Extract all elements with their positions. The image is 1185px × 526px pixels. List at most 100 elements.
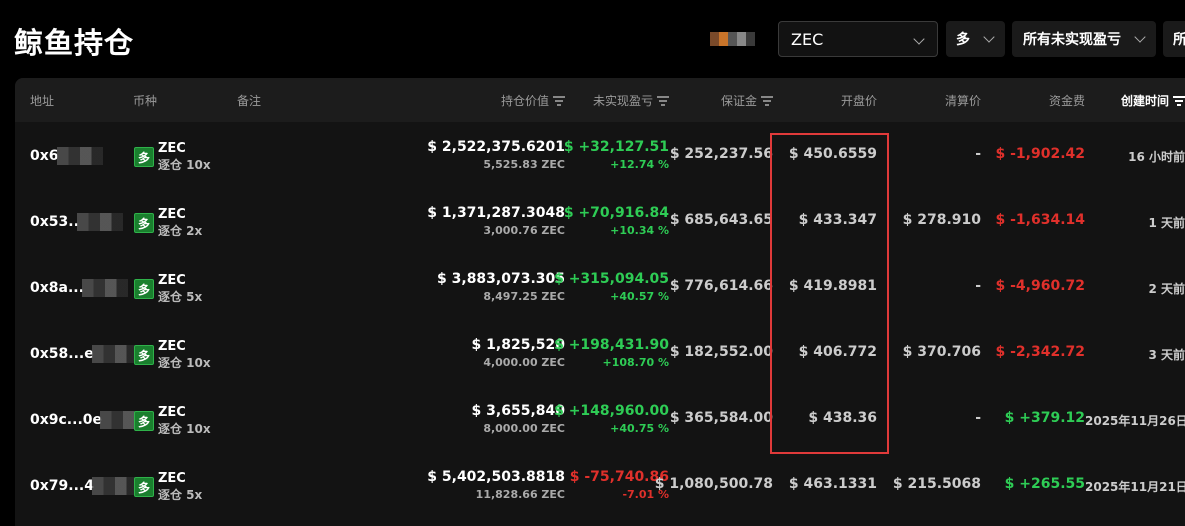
address-mask bbox=[76, 213, 123, 231]
leverage-text: 逐仓 2x bbox=[158, 224, 203, 238]
avatar[interactable] bbox=[710, 32, 756, 46]
entry-price-cell: $ 419.8981 bbox=[788, 278, 877, 294]
coin-name: ZEC bbox=[158, 339, 186, 354]
table-row[interactable]: 0x8a... 多 ZEC 逐仓 5x $ 3,883,073.305 8,49… bbox=[15, 254, 1185, 320]
pnl-percent: +10.34 % bbox=[610, 224, 669, 237]
leverage-text: 逐仓 5x bbox=[158, 290, 203, 304]
table-row[interactable]: 0x79...4 多 ZEC 逐仓 5x $ 5,402,503.8818 11… bbox=[15, 452, 1185, 518]
coin-name: ZEC bbox=[158, 405, 186, 420]
margin-cell: $ 1,080,500.78 bbox=[654, 476, 773, 492]
symbol-select[interactable]: ZEC bbox=[778, 21, 938, 57]
funding-cell: $ -2,342.72 bbox=[995, 344, 1085, 360]
pnl-value: $ +70,916.84 bbox=[563, 205, 669, 221]
entry-price-cell: $ 433.347 bbox=[798, 212, 877, 228]
position-value: $ 1,825,520 bbox=[471, 337, 565, 353]
col-margin[interactable]: 保证金 bbox=[721, 92, 773, 109]
pnl-value: $ +148,960.00 bbox=[554, 403, 669, 419]
created-cell: 2025年11月21日 bbox=[1085, 480, 1185, 494]
table-header: 地址 币种 备注 持仓价值 未实现盈亏 保证金 开盘价 清算价 资金费 创建时间 bbox=[15, 78, 1185, 122]
address-text: 0x58...e bbox=[30, 346, 94, 362]
col-unrealized-pnl-label: 未实现盈亏 bbox=[592, 94, 653, 108]
liq-price-cell: $ 370.706 bbox=[902, 344, 981, 360]
coin-name: ZEC bbox=[158, 207, 186, 222]
coin-cell: 多 ZEC 逐仓 10x bbox=[134, 405, 211, 437]
liq-price-cell: - bbox=[975, 146, 981, 162]
long-badge: 多 bbox=[134, 147, 154, 167]
col-position-value[interactable]: 持仓价值 bbox=[501, 92, 565, 109]
address-cell[interactable]: 0x79...4 bbox=[30, 477, 138, 495]
position-value: $ 5,402,503.8818 bbox=[427, 469, 565, 485]
sort-icon bbox=[761, 96, 773, 106]
table-row[interactable]: 0x9c...0e 多 ZEC 逐仓 10x $ 3,655,840 8,000… bbox=[15, 386, 1185, 452]
coin-name: ZEC bbox=[158, 471, 186, 486]
liq-price-cell: - bbox=[975, 278, 981, 294]
position-value: $ 3,883,073.305 bbox=[437, 271, 565, 287]
col-entry-price: 开盘价 bbox=[840, 94, 877, 108]
long-badge: 多 bbox=[134, 411, 154, 431]
chevron-down-icon bbox=[913, 33, 925, 45]
entry-price-cell: $ 438.36 bbox=[808, 410, 877, 426]
address-cell[interactable]: 0x53.. bbox=[30, 213, 123, 231]
address-cell[interactable]: 0x9c...0e bbox=[30, 411, 147, 429]
entry-price-cell: $ 450.6559 bbox=[788, 146, 877, 162]
leverage-text: 逐仓 5x bbox=[158, 488, 203, 502]
pnl-cell: $ +315,094.05 +40.57 % bbox=[554, 270, 669, 306]
table-row[interactable]: 0x53.. 多 ZEC 逐仓 2x $ 1,371,287.3048 3,00… bbox=[15, 188, 1185, 254]
table-row[interactable]: 0x58...e 多 ZEC 逐仓 10x $ 1,825,520 4,000.… bbox=[15, 320, 1185, 386]
long-badge: 多 bbox=[134, 477, 154, 497]
coin-name: ZEC bbox=[158, 141, 186, 156]
address-cell[interactable]: 0x6 bbox=[30, 147, 103, 165]
position-value: $ 2,522,375.6201 bbox=[427, 139, 565, 155]
address-text: 0x6 bbox=[30, 148, 59, 164]
col-coin: 币种 bbox=[133, 94, 158, 108]
col-funding: 资金费 bbox=[1048, 94, 1085, 108]
position-value-cell: $ 1,825,520 4,000.00 ZEC bbox=[472, 336, 565, 372]
sort-icon bbox=[1173, 96, 1185, 106]
position-qty: 8,000.00 ZEC bbox=[483, 422, 565, 435]
position-qty: 11,828.66 ZEC bbox=[475, 488, 565, 501]
col-created[interactable]: 创建时间 bbox=[1121, 92, 1185, 109]
more-filter-value: 所 bbox=[1173, 32, 1185, 48]
liq-price-cell: $ 215.5068 bbox=[892, 476, 981, 492]
created-cell: 2025年11月26日 bbox=[1085, 414, 1185, 428]
funding-cell: $ -1,634.14 bbox=[995, 212, 1085, 228]
coin-cell: 多 ZEC 逐仓 5x bbox=[134, 471, 202, 503]
symbol-select-value: ZEC bbox=[791, 29, 824, 49]
created-cell: 16 小时前 bbox=[1128, 150, 1185, 164]
address-cell[interactable]: 0x8a... bbox=[30, 279, 128, 297]
pnl-cell: $ +148,960.00 +40.75 % bbox=[554, 402, 669, 438]
col-unrealized-pnl[interactable]: 未实现盈亏 bbox=[593, 92, 669, 109]
long-badge: 多 bbox=[134, 213, 154, 233]
more-filter-select[interactable]: 所 bbox=[1163, 21, 1185, 57]
direction-select[interactable]: 多 bbox=[946, 21, 1005, 57]
funding-cell: $ +265.55 bbox=[1004, 476, 1085, 492]
col-margin-label: 保证金 bbox=[720, 94, 757, 108]
position-value-cell: $ 1,371,287.3048 3,000.76 ZEC bbox=[427, 204, 565, 240]
pnl-value: $ +315,094.05 bbox=[554, 271, 669, 287]
position-qty: 3,000.76 ZEC bbox=[483, 224, 565, 237]
pnl-filter-select[interactable]: 所有未实现盈亏 bbox=[1012, 21, 1156, 57]
pnl-filter-value: 所有未实现盈亏 bbox=[1023, 32, 1121, 48]
sort-icon bbox=[657, 96, 669, 106]
chevron-down-icon bbox=[983, 31, 995, 43]
pnl-value: $ +32,127.51 bbox=[563, 139, 669, 155]
entry-price-cell: $ 463.1331 bbox=[788, 476, 877, 492]
margin-cell: $ 252,237.56 bbox=[669, 146, 773, 162]
position-value: $ 1,371,287.3048 bbox=[427, 205, 565, 221]
table-row[interactable]: 0x6 多 ZEC 逐仓 10x $ 2,522,375.6201 5,525.… bbox=[15, 122, 1185, 188]
pnl-percent: +40.75 % bbox=[610, 422, 669, 435]
position-qty: 8,497.25 ZEC bbox=[483, 290, 565, 303]
long-badge: 多 bbox=[134, 345, 154, 365]
leverage-text: 逐仓 10x bbox=[158, 422, 211, 436]
created-cell: 1 天前 bbox=[1148, 216, 1185, 230]
position-value-cell: $ 2,522,375.6201 5,525.83 ZEC bbox=[427, 138, 565, 174]
pnl-percent: +108.70 % bbox=[602, 356, 669, 369]
margin-cell: $ 776,614.66 bbox=[669, 278, 773, 294]
address-cell[interactable]: 0x58...e bbox=[30, 345, 138, 363]
funding-cell: $ +379.12 bbox=[1004, 410, 1085, 426]
liq-price-cell: $ 278.910 bbox=[902, 212, 981, 228]
pnl-cell: $ +70,916.84 +10.34 % bbox=[564, 204, 669, 240]
position-value-cell: $ 5,402,503.8818 11,828.66 ZEC bbox=[427, 468, 565, 504]
created-cell: 3 天前 bbox=[1148, 348, 1185, 362]
funding-cell: $ -1,902.42 bbox=[995, 146, 1085, 162]
